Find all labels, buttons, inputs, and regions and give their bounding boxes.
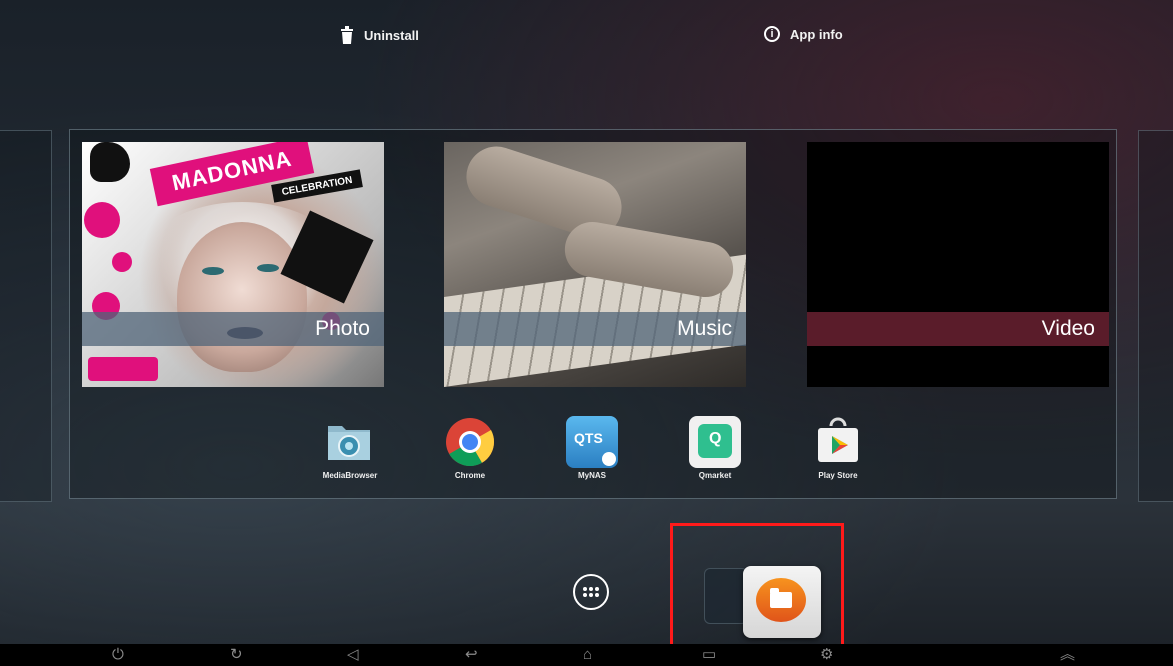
app-mynas[interactable]: QTS MyNAS [552, 410, 632, 480]
music-cover-image [444, 142, 746, 387]
uninstall-drop-target[interactable]: Uninstall [340, 26, 419, 44]
uninstall-label: Uninstall [364, 27, 419, 43]
system-nav-bar: ⏻ ↻ ◁ ↩ ⌂ ▭ ⚙ ︽ [0, 644, 1173, 666]
all-apps-button[interactable] [573, 574, 609, 610]
app-label: MediaBrowser [322, 471, 378, 480]
all-apps-icon [583, 587, 599, 597]
music-tile-label: Music [444, 312, 746, 346]
recents-icon[interactable]: ▭ [702, 646, 716, 664]
home-screen-panel: MADONNA CELEBRATION Photo Music Video Me… [69, 129, 1117, 499]
app-chrome[interactable]: Chrome [430, 410, 510, 480]
app-info-label: App info [790, 26, 843, 42]
home-icon[interactable]: ⌂ [583, 646, 592, 664]
drop-target-bar: Uninstall i App info [0, 0, 1173, 80]
back-icon[interactable]: ↩ [465, 646, 478, 664]
app-mediabrowser[interactable]: MediaBrowser [310, 410, 390, 480]
qmarket-icon-text: Q [709, 430, 722, 447]
app-info-drop-target[interactable]: i App info [764, 26, 843, 42]
mynas-icon-text: QTS [574, 430, 603, 446]
app-label: Qmarket [698, 471, 732, 480]
photo-tile[interactable]: MADONNA CELEBRATION Photo [82, 142, 384, 387]
expand-icon[interactable]: ︽ [1060, 646, 1075, 664]
volume-icon[interactable]: ◁ [347, 646, 359, 664]
chrome-icon [444, 416, 496, 468]
app-label: Chrome [454, 471, 486, 480]
info-icon: i [764, 26, 780, 42]
settings-icon[interactable]: ⚙ [820, 646, 833, 664]
app-qmarket[interactable]: Q Qmarket [675, 410, 755, 480]
app-label: Play Store [818, 471, 858, 480]
app-label: MyNAS [577, 471, 606, 480]
rotate-icon[interactable]: ↻ [230, 646, 243, 664]
mynas-icon: QTS [566, 416, 618, 468]
next-screen-panel[interactable] [1138, 130, 1173, 502]
qmarket-icon: Q [689, 416, 741, 468]
music-tile[interactable]: Music [444, 142, 746, 387]
trash-icon [340, 26, 354, 44]
previous-screen-panel[interactable] [0, 130, 52, 502]
highlight-annotation-box [670, 523, 844, 657]
app-play-store[interactable]: Play Store [798, 410, 878, 480]
photo-cover-image: MADONNA CELEBRATION [82, 142, 384, 387]
play-store-icon [812, 416, 864, 468]
video-tile[interactable]: Video [807, 142, 1109, 387]
power-icon[interactable]: ⏻ [112, 646, 124, 664]
app-shortcuts-row: MediaBrowser Chrome QTS MyNAS Q Qmarket … [310, 410, 870, 490]
video-tile-label: Video [807, 312, 1109, 346]
photo-tile-label: Photo [82, 312, 384, 346]
media-browser-icon [324, 416, 376, 468]
